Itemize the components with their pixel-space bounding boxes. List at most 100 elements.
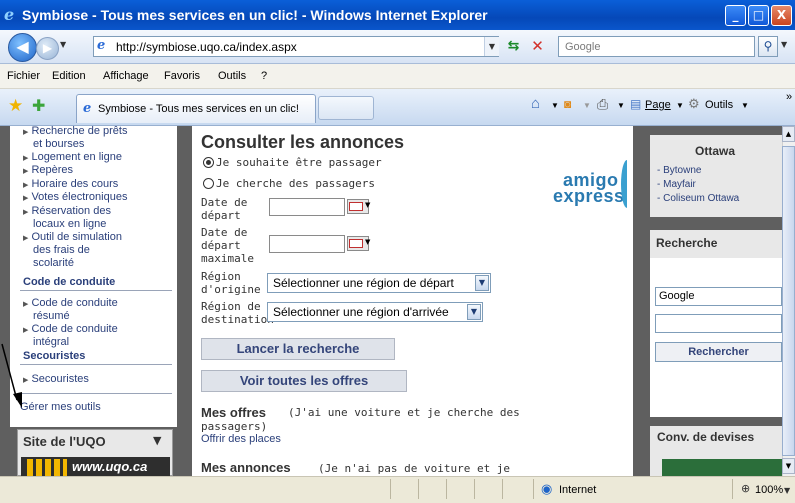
page-dropdown-icon[interactable]: ▼ <box>676 101 684 110</box>
my-ads-note: (Je n'ai pas de voiture et je <box>318 462 511 475</box>
tools-menu[interactable]: Outils <box>705 99 733 111</box>
currency-widget-title: Conv. de devises <box>657 430 755 444</box>
uqo-logo <box>27 459 67 476</box>
search-widget-input[interactable] <box>655 314 782 333</box>
radio-driver-label[interactable]: Je cherche des passagers <box>216 177 375 190</box>
menu-outils[interactable]: Outils <box>218 70 246 82</box>
nav-item-reservation[interactable]: ▶ Réservation des <box>23 205 111 219</box>
stop-icon[interactable]: ✕ <box>528 37 547 56</box>
more-commands-icon[interactable]: » <box>786 91 792 103</box>
search-options-dropdown[interactable]: ▼ <box>781 40 787 49</box>
collapse-icon[interactable]: ▼ <box>153 434 161 447</box>
my-offers-title: Mes offres <box>201 405 267 420</box>
search-placeholder[interactable]: Google <box>565 41 600 53</box>
date-max-label-3: maximale <box>201 252 254 265</box>
page-icon: e <box>97 38 106 53</box>
forward-button[interactable]: ▶ <box>36 37 59 60</box>
tab-label[interactable]: Symbiose - Tous mes services en un clic! <box>98 103 299 115</box>
offer-seats-link[interactable]: Offrir des places <box>201 433 281 445</box>
radio-passenger-label[interactable]: Je souhaite être passager <box>216 156 382 169</box>
menu-edition[interactable]: Edition <box>52 70 86 82</box>
status-separator <box>390 479 391 499</box>
refresh-icon[interactable]: ⇆ <box>504 37 523 56</box>
nav-item-code-resume-cont[interactable]: résumé <box>33 310 70 323</box>
ottawa-link-bytowne[interactable]: - Bytowne <box>657 165 701 176</box>
calendar-dropdown-icon[interactable]: ▼ <box>365 238 370 246</box>
nav-item-votes[interactable]: ▶ Votes électroniques <box>23 191 127 205</box>
home-dropdown-icon[interactable]: ▼ <box>551 101 559 110</box>
nav-item-reservation-cont[interactable]: locaux en ligne <box>33 218 106 231</box>
amigo-logo-line2: express <box>553 186 625 206</box>
dest-select[interactable]: Sélectionner une région d'arrivée <box>267 302 483 322</box>
maximize-button[interactable]: □ <box>748 5 769 26</box>
menu-fichier[interactable]: Fichier <box>7 70 40 82</box>
favorites-star-icon[interactable]: ★ <box>8 96 23 116</box>
nav-item-code-resume[interactable]: ▶ Code de conduite <box>23 297 118 311</box>
security-zone[interactable]: Internet <box>559 484 596 496</box>
print-icon[interactable]: ⎙ <box>597 96 608 113</box>
menu-favoris[interactable]: Favoris <box>164 70 200 82</box>
search-widget-body <box>650 258 782 417</box>
close-button[interactable]: X <box>771 5 792 26</box>
nav-item-prets[interactable]: ▶ Recherche de prêts <box>23 125 127 139</box>
nav-item-code-integral-cont[interactable]: intégral <box>33 336 69 349</box>
calendar-icon <box>349 202 363 211</box>
zoom-level[interactable]: 100% <box>755 484 783 496</box>
nav-item-simulation-cont2[interactable]: scolarité <box>33 257 74 270</box>
nav-item-prets-cont[interactable]: et bourses <box>33 138 84 151</box>
address-url[interactable]: http://symbiose.uqo.ca/index.aspx <box>116 40 297 54</box>
nav-item-logement[interactable]: ▶ Logement en ligne <box>23 151 122 165</box>
nav-item-simulation-cont[interactable]: des frais de <box>33 244 90 257</box>
tools-dropdown-icon[interactable]: ▼ <box>741 101 749 110</box>
chevron-down-icon[interactable]: ▼ <box>467 304 481 320</box>
nav-item-secouristes[interactable]: ▶ Secouristes <box>23 373 89 387</box>
manage-tools-link[interactable]: Gérer mes outils <box>20 401 101 414</box>
search-widget-title: Recherche <box>656 236 718 250</box>
status-separator <box>418 479 419 499</box>
zoom-icon[interactable]: ⊕ <box>741 482 750 495</box>
address-dropdown[interactable]: ▼ <box>484 37 499 56</box>
origin-select[interactable]: Sélectionner une région de départ <box>267 273 491 293</box>
menu-help[interactable]: ? <box>261 70 267 82</box>
recent-pages-dropdown[interactable]: ▼ <box>60 40 66 49</box>
section-code-de-conduite: Code de conduite <box>23 276 116 288</box>
date-depart-input[interactable] <box>269 198 345 216</box>
print-dropdown-icon[interactable]: ▼ <box>617 101 625 110</box>
uqo-url[interactable]: www.uqo.ca <box>72 459 147 474</box>
search-widget-button[interactable]: Rechercher <box>655 342 782 362</box>
gear-icon[interactable]: ⚙ <box>688 96 700 112</box>
home-icon[interactable]: ⌂ <box>531 95 540 112</box>
currency-widget-image <box>662 459 782 476</box>
dest-label-2: destination <box>201 313 274 326</box>
ottawa-link-mayfair[interactable]: - Mayfair <box>657 179 696 190</box>
add-favorite-icon[interactable]: ✚ <box>32 96 45 115</box>
minimize-button[interactable]: _ <box>725 5 746 26</box>
new-tab-button[interactable] <box>318 96 374 120</box>
view-all-offers-button[interactable]: Voir toutes les offres <box>201 370 407 392</box>
feeds-icon[interactable]: ◙ <box>564 97 571 111</box>
menu-affichage[interactable]: Affichage <box>103 70 149 82</box>
search-engine-select[interactable]: Google <box>655 287 782 306</box>
scroll-down-icon[interactable]: ▼ <box>782 458 795 474</box>
nav-item-simulation[interactable]: ▶ Outil de simulation <box>23 231 122 245</box>
search-icon[interactable]: ⚲ <box>758 36 778 57</box>
nav-item-horaire[interactable]: ▶ Horaire des cours <box>23 178 118 192</box>
scrollbar-thumb[interactable] <box>782 146 795 456</box>
date-max-input[interactable] <box>269 235 345 253</box>
back-button[interactable]: ◀ <box>8 33 37 62</box>
zoom-dropdown-icon[interactable]: ▼ <box>784 486 790 495</box>
chevron-down-icon[interactable]: ▼ <box>475 275 489 291</box>
ottawa-link-coliseum[interactable]: - Coliseum Ottawa <box>657 193 739 204</box>
search-rides-button[interactable]: Lancer la recherche <box>201 338 395 360</box>
radio-driver[interactable] <box>203 178 214 189</box>
feeds-dropdown-icon[interactable]: ▼ <box>583 101 591 110</box>
amigo-logo-swirl <box>621 160 633 208</box>
nav-item-code-integral[interactable]: ▶ Code de conduite <box>23 323 118 337</box>
calendar-dropdown-icon[interactable]: ▼ <box>365 201 370 209</box>
status-separator <box>732 479 733 499</box>
page-title: Consulter les annonces <box>201 132 405 152</box>
nav-item-reperes[interactable]: ▶ Repères <box>23 164 73 178</box>
page-menu-icon[interactable]: ▤ <box>630 97 641 111</box>
page-menu[interactable]: Page <box>645 99 671 111</box>
scroll-up-icon[interactable]: ▲ <box>782 126 795 142</box>
